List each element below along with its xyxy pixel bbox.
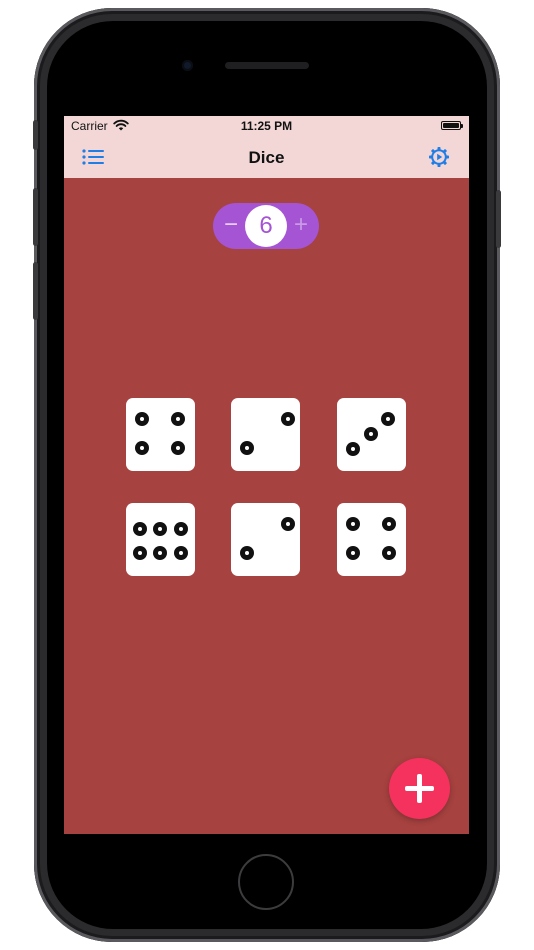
front-camera (182, 60, 193, 71)
die-pip (346, 442, 360, 456)
die[interactable] (337, 503, 406, 576)
battery-icon (441, 121, 463, 130)
die-pip (381, 412, 395, 426)
mute-switch (33, 120, 38, 150)
die-pip (171, 441, 185, 455)
dice-count-value: 6 (245, 205, 287, 247)
navigation-bar: Dice (64, 136, 469, 178)
home-button[interactable] (238, 854, 294, 910)
status-bar: Carrier 11:25 PM (64, 116, 469, 136)
die-pip (281, 412, 295, 426)
die-pip (153, 546, 167, 560)
die-pip (281, 517, 295, 531)
decrement-button[interactable]: − (221, 211, 241, 241)
status-time: 11:25 PM (240, 119, 293, 133)
die-pip (364, 427, 378, 441)
page-title: Dice (248, 148, 285, 167)
volume-down-button (33, 262, 38, 320)
die-pip (135, 441, 149, 455)
die-pip (153, 522, 167, 536)
die-pip (240, 546, 254, 560)
app-screen: Carrier 11:25 PM Dice − 6 + (64, 116, 469, 834)
die-pip (171, 412, 185, 426)
die-pip (346, 517, 360, 531)
die-pip (133, 522, 147, 536)
die[interactable] (231, 398, 300, 471)
die[interactable] (126, 398, 195, 471)
die-pip (135, 412, 149, 426)
die-pip (382, 546, 396, 560)
die[interactable] (231, 503, 300, 576)
add-button[interactable] (389, 758, 450, 819)
die-pip (174, 522, 188, 536)
die[interactable] (126, 503, 195, 576)
volume-up-button (33, 188, 38, 246)
die-pip (346, 546, 360, 560)
die[interactable] (337, 398, 406, 471)
increment-button[interactable]: + (291, 211, 311, 241)
die-pip (382, 517, 396, 531)
earpiece-speaker (225, 62, 309, 69)
die-pip (174, 546, 188, 560)
gear-play-icon[interactable] (429, 147, 449, 167)
dice-count-stepper: − 6 + (213, 203, 319, 249)
power-button (496, 190, 501, 248)
die-pip (240, 441, 254, 455)
die-pip (133, 546, 147, 560)
